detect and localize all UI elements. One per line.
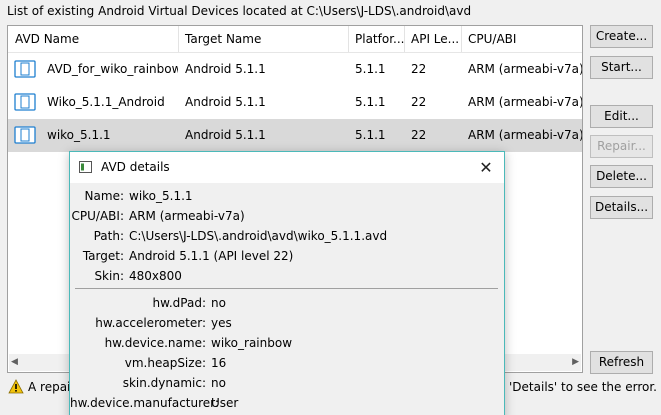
field-label: Path: [93,229,124,243]
field-label: CPU/ABI: [71,209,124,223]
dialog-titlebar[interactable]: AVD details ✕ [70,152,504,183]
column-header-cpu-abi[interactable]: CPU/ABI [461,26,582,52]
field-label: Skin: [94,269,124,283]
property-label: hw.accelerometer: [95,316,206,330]
table-row[interactable]: Wiko_5.1.1_Android Android 5.1.1 5.1.1 2… [8,86,582,119]
platform-cell: 5.1.1 [355,62,386,76]
column-header-target-name[interactable]: Target Name [178,26,348,52]
property-value: wiko_rainbow [211,336,293,350]
property-label: hw.device.manufacturer: [70,396,219,410]
api-level-cell: 22 [411,62,427,76]
target-name-cell: Android 5.1.1 [185,95,266,109]
property-value: 16 [211,356,227,370]
details-button[interactable]: Details... [590,196,653,219]
warning-icon [8,379,24,394]
repair-button[interactable]: Repair... [590,135,653,158]
property-value: no [211,376,226,390]
column-header-avd-name[interactable]: AVD Name [8,26,178,52]
field-value: 480x800 [129,269,182,283]
device-icon [14,93,36,111]
target-name-cell: Android 5.1.1 [185,62,266,76]
table-row[interactable]: AVD_for_wiko_rainbow Android 5.1.1 5.1.1… [8,53,582,86]
table-row-selected[interactable]: wiko_5.1.1 Android 5.1.1 5.1.1 22 ARM (a… [8,119,582,152]
platform-cell: 5.1.1 [355,128,386,142]
refresh-button[interactable]: Refresh [590,351,653,374]
avd-details-dialog[interactable]: AVD details ✕ Name: wiko_5.1.1 CPU/ABI: … [69,151,505,415]
api-level-cell: 22 [411,128,427,142]
property-value: yes [211,316,232,330]
close-icon[interactable]: ✕ [468,152,504,183]
scroll-right-arrow-icon[interactable]: ▶ [572,357,579,367]
dialog-title: AVD details [101,160,170,174]
target-name-cell: Android 5.1.1 [185,128,266,142]
column-header-api-level[interactable]: API Le... [404,26,461,52]
platform-cell: 5.1.1 [355,95,386,109]
device-icon [14,126,36,144]
cpu-abi-cell: ARM (armeabi-v7a) [468,62,582,76]
field-value: wiko_5.1.1 [129,189,193,203]
property-value: no [211,296,226,310]
start-button[interactable]: Start... [590,56,653,79]
window-icon [79,161,92,173]
field-label: Target: [82,249,124,263]
avd-name-cell: Wiko_5.1.1_Android [47,95,165,109]
edit-button[interactable]: Edit... [590,105,653,128]
avd-name-cell: wiko_5.1.1 [47,128,111,142]
cpu-abi-cell: ARM (armeabi-v7a) [468,128,582,142]
dialog-separator [75,288,498,289]
api-level-cell: 22 [411,95,427,109]
field-value: Android 5.1.1 (API level 22) [129,249,294,263]
avd-list-header: List of existing Android Virtual Devices… [7,4,472,18]
field-value: C:\Users\J-LDS\.android\avd\wiko_5.1.1.a… [129,229,388,243]
scroll-left-arrow-icon[interactable]: ◀ [11,357,18,367]
property-label: hw.device.name: [104,336,206,350]
property-label: vm.heapSize: [124,356,206,370]
details-hint-text: 'Details' to see the error. [509,380,657,394]
avd-name-cell: AVD_for_wiko_rainbow [47,62,178,76]
field-label: Name: [84,189,124,203]
field-value: ARM (armeabi-v7a) [129,209,245,223]
delete-button[interactable]: Delete... [590,165,653,188]
property-value: User [211,396,239,410]
create-button[interactable]: Create... [590,25,653,48]
cpu-abi-cell: ARM (armeabi-v7a) [468,95,582,109]
column-header-platform[interactable]: Platfor... [348,26,404,52]
property-label: hw.dPad: [152,296,206,310]
device-icon [14,60,36,78]
property-label: skin.dynamic: [122,376,206,390]
